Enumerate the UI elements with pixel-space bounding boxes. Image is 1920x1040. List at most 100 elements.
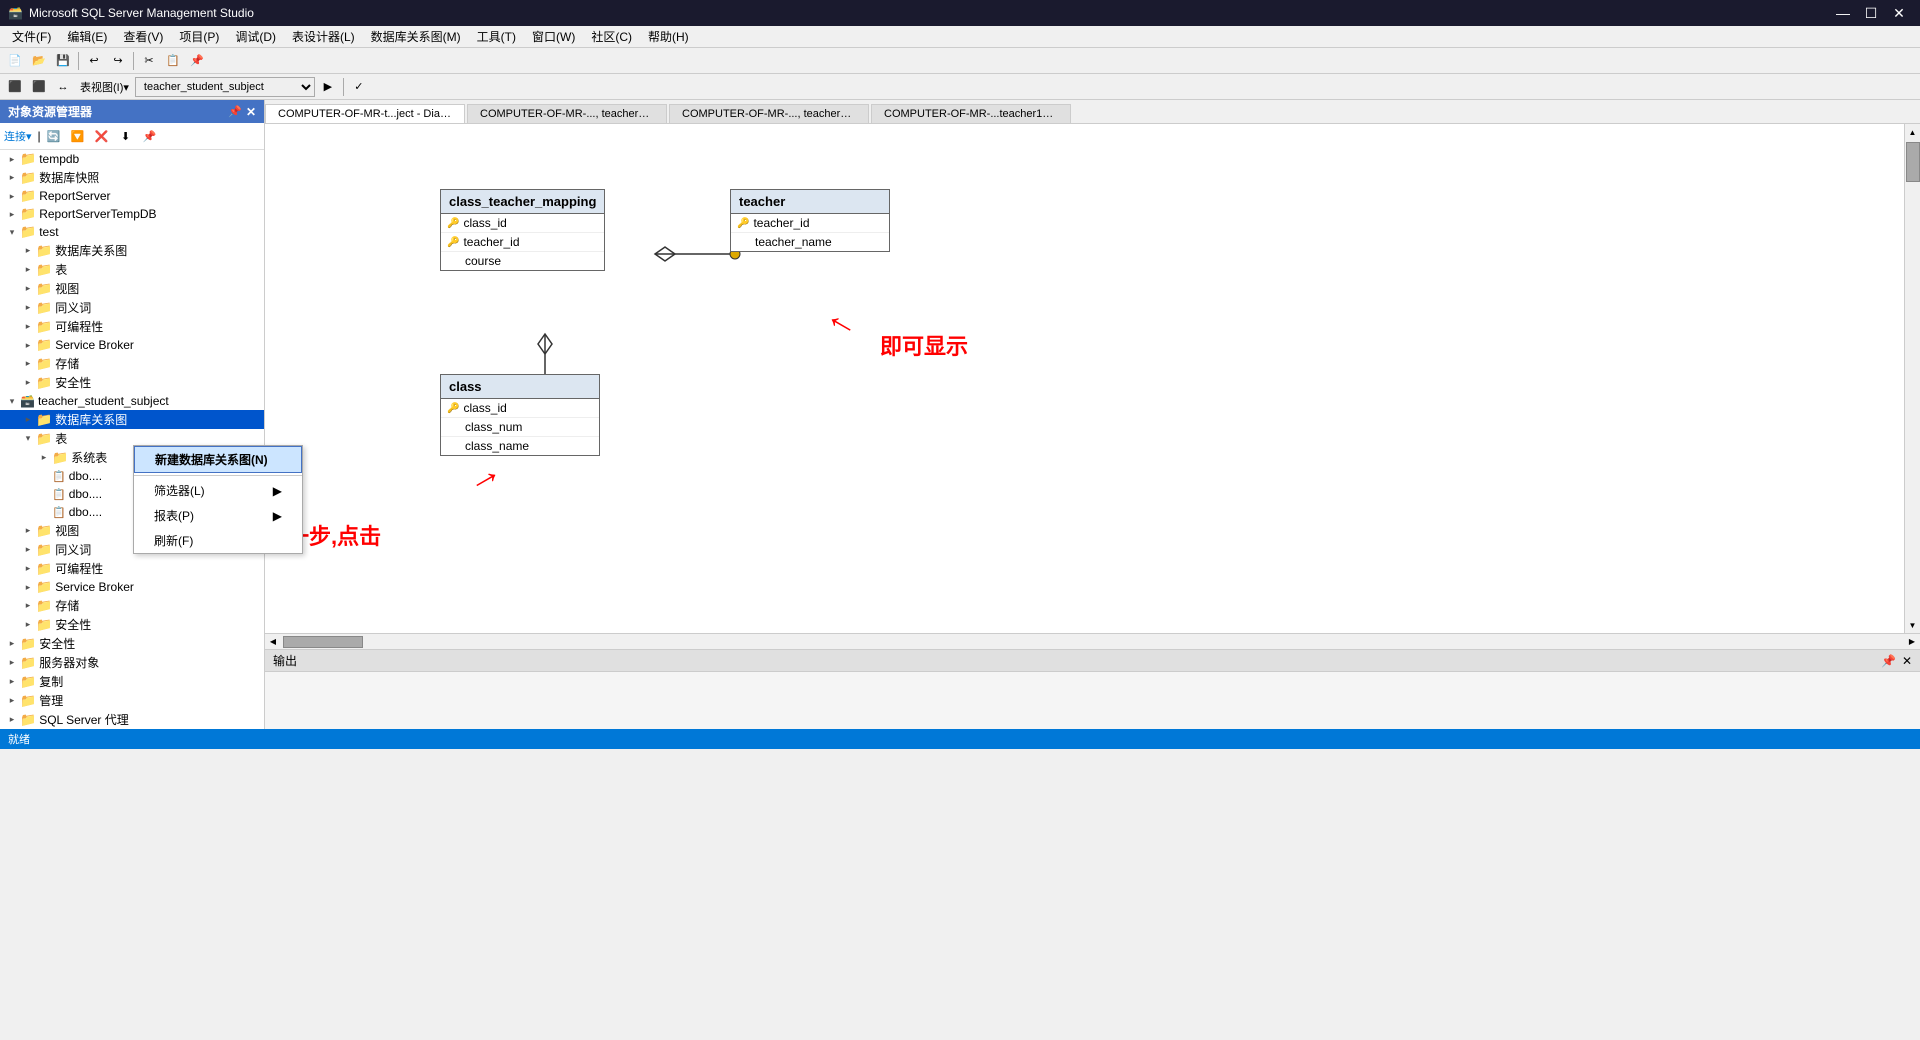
tree-item-11[interactable]: ▸📁存储: [0, 354, 264, 373]
output-close[interactable]: ✕: [1902, 654, 1912, 668]
minimize-button[interactable]: —: [1830, 3, 1856, 23]
expand-icon-10[interactable]: ▸: [20, 337, 36, 353]
hscroll-thumb[interactable]: [283, 636, 363, 648]
expand-icon-20[interactable]: ▸: [20, 523, 36, 539]
sidebar-pin-icon[interactable]: 📌: [228, 105, 242, 119]
expand-icon-0[interactable]: ▸: [4, 151, 20, 167]
pin-btn[interactable]: 📌: [139, 125, 161, 147]
expand-icon-16[interactable]: ▸: [36, 450, 52, 466]
tree-item-8[interactable]: ▸📁同义词: [0, 298, 264, 317]
expand-icon-1[interactable]: ▸: [4, 170, 20, 186]
maximize-button[interactable]: ☐: [1858, 3, 1884, 23]
tree-item-13[interactable]: ▾🗃️teacher_student_subject: [0, 392, 264, 410]
collapse-all-btn[interactable]: ⬇: [115, 125, 137, 147]
expand-icon-15[interactable]: ▾: [20, 431, 36, 447]
tree-item-27[interactable]: ▸📁服务器对象: [0, 653, 264, 672]
tree-item-0[interactable]: ▸📁tempdb: [0, 150, 264, 168]
scroll-right-btn[interactable]: ▶: [1904, 634, 1920, 650]
tree-item-10[interactable]: ▸📁Service Broker: [0, 336, 264, 354]
parse-btn[interactable]: ✓: [348, 76, 370, 98]
copy-btn[interactable]: 📋: [162, 50, 184, 72]
close-button[interactable]: ✕: [1886, 3, 1912, 23]
tree-item-5[interactable]: ▸📁数据库关系图: [0, 241, 264, 260]
ctx-item-0[interactable]: 新建数据库关系图(N): [134, 446, 302, 473]
tree-item-14[interactable]: ▸📁数据库关系图: [0, 410, 264, 429]
menu-item-文件F[interactable]: 文件(F): [4, 26, 59, 47]
menu-item-表设计器L[interactable]: 表设计器(L): [284, 26, 363, 47]
tree-item-28[interactable]: ▸📁复制: [0, 672, 264, 691]
tree-item-25[interactable]: ▸📁安全性: [0, 615, 264, 634]
tab-3[interactable]: COMPUTER-OF-MR-...teacher1_mapping: [871, 104, 1071, 123]
refresh-tree-btn[interactable]: 🔄: [43, 125, 65, 147]
menu-item-编辑E[interactable]: 编辑(E): [59, 26, 115, 47]
expand-icon-17[interactable]: [36, 468, 52, 484]
expand-icon-14[interactable]: ▸: [20, 412, 36, 428]
sidebar-close-icon[interactable]: ✕: [246, 105, 256, 119]
scroll-left-btn[interactable]: ◀: [265, 634, 281, 650]
expand-icon-13[interactable]: ▾: [4, 393, 20, 409]
table-teacher[interactable]: teacher🔑teacher_idteacher_name: [730, 189, 890, 252]
filter-btn[interactable]: 🔽: [67, 125, 89, 147]
expand-icon-3[interactable]: ▸: [4, 206, 20, 222]
redo-btn[interactable]: ↪: [107, 50, 129, 72]
tab-2[interactable]: COMPUTER-OF-MR-..., teacher_mapping: [669, 104, 869, 123]
tree-item-6[interactable]: ▸📁表: [0, 260, 264, 279]
tree-item-29[interactable]: ▸📁管理: [0, 691, 264, 710]
expand-icon-27[interactable]: ▸: [4, 655, 20, 671]
clear-filter-btn[interactable]: ❌: [91, 125, 113, 147]
expand-icon-11[interactable]: ▸: [20, 356, 36, 372]
menu-item-项目P[interactable]: 项目(P): [171, 26, 227, 47]
ctx-item-2[interactable]: 报表(P)▶: [134, 503, 302, 528]
expand-icon-24[interactable]: ▸: [20, 598, 36, 614]
new-query-btn[interactable]: 📄: [4, 50, 26, 72]
tree-item-3[interactable]: ▸📁ReportServerTempDB: [0, 205, 264, 223]
save-btn[interactable]: 💾: [52, 50, 74, 72]
expand-icon-22[interactable]: ▸: [20, 561, 36, 577]
output-pin[interactable]: 📌: [1881, 654, 1896, 668]
tab-0[interactable]: COMPUTER-OF-MR-t...ject - Diagram_0*: [265, 104, 465, 124]
expand-icon-4[interactable]: ▾: [4, 224, 20, 240]
table-class[interactable]: class🔑class_idclass_numclass_name: [440, 374, 600, 456]
toolbar2-btn3[interactable]: ↔: [52, 76, 74, 98]
tab-1[interactable]: COMPUTER-OF-MR-..., teacher_mapping: [467, 104, 667, 123]
toolbar2-btn1[interactable]: ⬛: [4, 76, 26, 98]
tree-item-1[interactable]: ▸📁数据库快照: [0, 168, 264, 187]
expand-icon-29[interactable]: ▸: [4, 693, 20, 709]
menu-item-数据库关系图M[interactable]: 数据库关系图(M): [363, 26, 469, 47]
table-class_teacher_mapping[interactable]: class_teacher_mapping🔑class_id🔑teacher_i…: [440, 189, 605, 271]
scroll-thumb[interactable]: [1906, 142, 1920, 182]
ctx-item-1[interactable]: 筛选器(L)▶: [134, 478, 302, 503]
expand-icon-30[interactable]: ▸: [4, 712, 20, 728]
expand-icon-26[interactable]: ▸: [4, 636, 20, 652]
tree-item-4[interactable]: ▾📁test: [0, 223, 264, 241]
expand-icon-7[interactable]: ▸: [20, 281, 36, 297]
open-btn[interactable]: 📂: [28, 50, 50, 72]
table-view-label[interactable]: 表视图(I)▾: [80, 79, 129, 95]
tree-item-22[interactable]: ▸📁可编程性: [0, 559, 264, 578]
expand-icon-9[interactable]: ▸: [20, 319, 36, 335]
expand-icon-19[interactable]: [36, 504, 52, 520]
cut-btn[interactable]: ✂: [138, 50, 160, 72]
tree-item-7[interactable]: ▸📁视图: [0, 279, 264, 298]
expand-icon-28[interactable]: ▸: [4, 674, 20, 690]
undo-btn[interactable]: ↩: [83, 50, 105, 72]
menu-item-窗口W[interactable]: 窗口(W): [524, 26, 583, 47]
menu-item-帮助H[interactable]: 帮助(H): [640, 26, 697, 47]
tree-item-24[interactable]: ▸📁存储: [0, 596, 264, 615]
tree-item-23[interactable]: ▸📁Service Broker: [0, 578, 264, 596]
expand-icon-18[interactable]: [36, 486, 52, 502]
scroll-up-btn[interactable]: ▲: [1905, 124, 1920, 140]
expand-icon-21[interactable]: ▸: [20, 542, 36, 558]
expand-icon-23[interactable]: ▸: [20, 579, 36, 595]
expand-icon-8[interactable]: ▸: [20, 300, 36, 316]
expand-icon-25[interactable]: ▸: [20, 617, 36, 633]
menu-item-查看V[interactable]: 查看(V): [115, 26, 171, 47]
expand-icon-6[interactable]: ▸: [20, 262, 36, 278]
expand-icon-5[interactable]: ▸: [20, 243, 36, 259]
toolbar2-btn2[interactable]: ⬛: [28, 76, 50, 98]
database-selector[interactable]: teacher_student_subject: [135, 77, 315, 97]
menu-item-调试D[interactable]: 调试(D): [227, 26, 284, 47]
tree-item-2[interactable]: ▸📁ReportServer: [0, 187, 264, 205]
expand-icon-12[interactable]: ▸: [20, 375, 36, 391]
tree-item-30[interactable]: ▸📁SQL Server 代理: [0, 710, 264, 729]
